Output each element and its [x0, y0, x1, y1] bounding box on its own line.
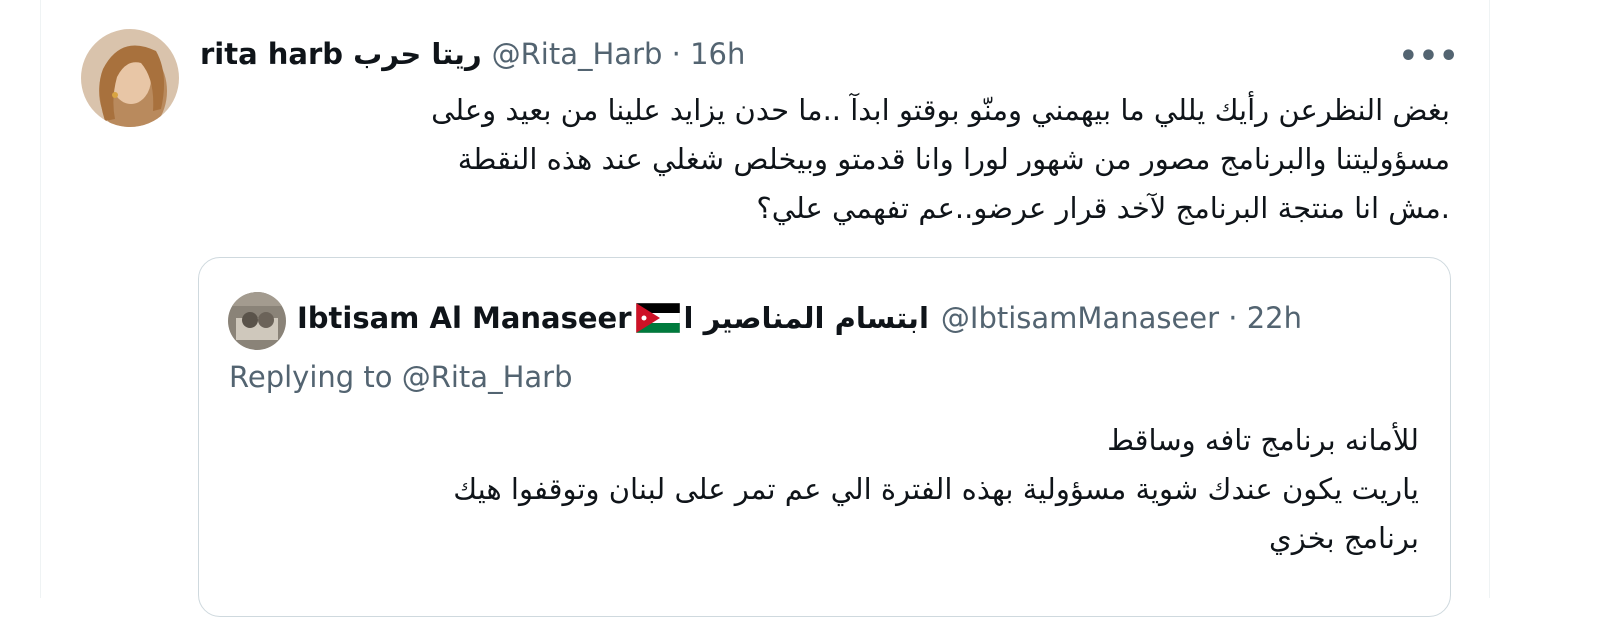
quoted-tweet-text-line: ياريت يكون عندك شوية مسؤولية بهذه الفترة… [453, 472, 1419, 506]
quoted-author-display-name-arabic[interactable]: ابتسام المناصير ا [684, 301, 929, 335]
more-icon[interactable]: ••• [1399, 36, 1459, 76]
tweet-text-line: بغض النظرعن رأيك يللي ما بيهمني ومنّو بو… [431, 93, 1450, 127]
tweet-text: بغض النظرعن رأيك يللي ما بيهمني ومنّو بو… [200, 86, 1450, 233]
quoted-tweet-card[interactable]: Ibtisam Al Manaseer ابتسام المناصير ا @I… [198, 257, 1451, 617]
replying-to-label: Replying to [229, 360, 393, 394]
tweet-text-line: مسؤوليتنا والبرنامج مصور من شهور لورا وا… [457, 142, 1450, 176]
author-avatar[interactable] [81, 29, 179, 127]
replying-to: Replying to @Rita_Harb [229, 360, 572, 394]
author-handle-time[interactable]: @Rita_Harb · 16h [492, 37, 746, 71]
quoted-tweet-text: للأمانه برنامج تافه وساقط ياريت يكون عند… [219, 416, 1419, 563]
quoted-author-handle-time[interactable]: @IbtisamManaseer · 22h [941, 301, 1302, 335]
quoted-tweet-text-line: للأمانه برنامج تافه وساقط [1107, 423, 1419, 457]
quoted-tweet-header: Ibtisam Al Manaseer ابتسام المناصير ا @I… [297, 298, 1302, 338]
author-display-name[interactable]: rita harb ريتا حرب [200, 37, 482, 71]
quoted-author-display-name[interactable]: Ibtisam Al Manaseer [297, 301, 632, 335]
quoted-tweet-text-line: برنامج بخزي [1269, 521, 1419, 555]
jordan-flag-icon [635, 302, 680, 334]
tweet-text-line: .مش انا منتجة البرنامج لآخد قرار عرضو..ع… [756, 191, 1450, 225]
quoted-author-avatar[interactable] [228, 292, 286, 350]
tweet-header: rita harb ريتا حرب @Rita_Harb · 16h [200, 34, 745, 74]
replying-to-mention[interactable]: @Rita_Harb [402, 360, 573, 394]
